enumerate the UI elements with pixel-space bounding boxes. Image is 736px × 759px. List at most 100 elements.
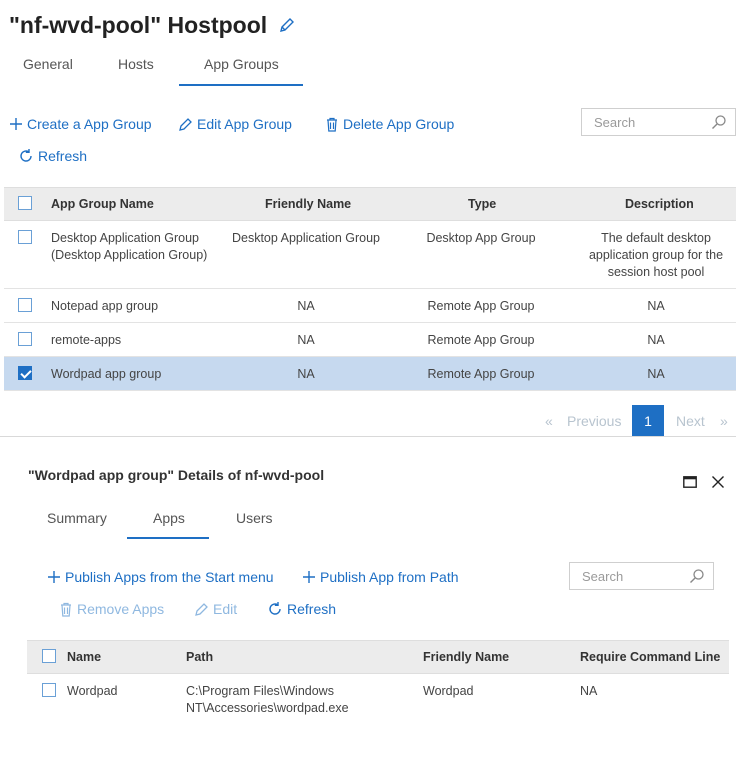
edit-app-button[interactable]: Edit [194,601,237,617]
pencil-icon[interactable] [278,13,295,40]
plus-icon [48,571,60,583]
description-line2: application group for the [588,248,724,262]
publish-from-path-label: Publish App from Path [320,569,459,585]
app-group-name-line2: (Desktop Application Group) [51,248,208,262]
column-header-require-command-line[interactable]: Require Command Line [580,650,720,664]
plus-icon [10,118,22,130]
row-checkbox[interactable] [18,230,32,244]
apps-select-all-checkbox[interactable] [42,649,56,663]
app-path-cell: C:\Program Files\Windows NT\Accessories\… [186,683,406,717]
create-app-group-button[interactable]: Create a App Group [9,116,152,132]
trash-icon [327,117,337,132]
delete-app-group-button[interactable]: Delete App Group [325,116,454,132]
tab-users-label: Users [236,510,273,526]
tab-general[interactable]: General [23,56,73,72]
create-app-group-label: Create a App Group [27,116,152,132]
active-tab-indicator [179,84,303,86]
column-header-type[interactable]: Type [468,197,496,211]
trash-icon [61,602,71,617]
refresh-button[interactable]: Refresh [18,148,87,164]
plus-icon [303,571,315,583]
publish-start-menu-button[interactable]: Publish Apps from the Start menu [47,569,274,585]
app-name-cell: Wordpad [67,684,118,698]
prev-arrow[interactable]: « [545,413,553,429]
refresh-icon [20,149,32,162]
publish-from-path-button[interactable]: Publish App from Path [302,569,459,585]
pencil-icon [195,602,208,616]
search-icon [712,115,726,129]
app-path-line1: C:\Program Files\Windows [186,684,334,698]
friendly-name-cell: NA [297,299,315,313]
row-checkbox[interactable] [18,332,32,346]
app-group-name-cell: Desktop Application Group (Desktop Appli… [51,230,241,264]
table-row[interactable]: Desktop Application Group (Desktop Appli… [4,221,736,289]
description-line1: The default desktop [601,231,711,245]
app-group-name-line1: Desktop Application Group [51,231,200,245]
page-title: "nf-wvd-pool" Hostpool [9,12,295,40]
next-page-button[interactable]: Next [676,413,705,429]
app-groups-table-header: App Group Name Friendly Name Type Descri… [4,187,736,221]
table-row[interactable]: Wordpad C:\Program Files\Windows NT\Acce… [27,674,729,722]
search-icon [690,569,704,583]
friendly-name-cell: NA [297,367,315,381]
remove-apps-label: Remove Apps [77,601,165,617]
details-search-placeholder: Search [582,568,624,584]
require-command-line-cell: NA [580,684,598,698]
search-input[interactable]: Search [581,108,736,136]
tab-apps-label: Apps [153,510,185,526]
tab-general-label: General [23,56,73,72]
friendly-name-cell: Desktop Application Group [231,231,380,245]
publish-start-menu-label: Publish Apps from the Start menu [65,569,274,585]
table-row-selected[interactable]: Wordpad app group NA Remote App Group NA [4,357,736,391]
select-all-checkbox[interactable] [18,196,32,210]
current-page-button[interactable]: 1 [632,405,664,436]
edit-app-group-button[interactable]: Edit App Group [178,116,292,132]
column-header-friendly-name[interactable]: Friendly Name [265,197,351,211]
remove-apps-button[interactable]: Remove Apps [59,601,164,617]
close-icon[interactable] [711,475,725,492]
previous-page-button[interactable]: Previous [567,413,621,429]
row-checkbox[interactable] [18,298,32,312]
description-line3: session host pool [607,265,705,279]
column-header-app-group-name[interactable]: App Group Name [51,197,154,211]
tab-users[interactable]: Users [236,510,273,526]
row-checkbox-checked[interactable] [18,366,32,380]
details-title: "Wordpad app group" Details of nf-wvd-po… [28,467,325,483]
next-arrow[interactable]: » [720,413,728,429]
tab-summary[interactable]: Summary [47,510,107,526]
friendly-name-cell: NA [297,333,315,347]
column-header-name[interactable]: Name [67,650,101,664]
delete-app-group-label: Delete App Group [343,116,455,132]
column-header-friendly-name[interactable]: Friendly Name [423,650,509,664]
description-cell: NA [647,367,665,381]
tab-hosts[interactable]: Hosts [118,56,154,72]
details-search-input[interactable]: Search [569,562,714,590]
column-header-description[interactable]: Description [625,197,694,211]
type-cell: Remote App Group [427,299,535,313]
search-placeholder: Search [594,114,636,130]
details-refresh-label: Refresh [287,601,337,617]
app-group-name-cell: Notepad app group [51,299,159,313]
tab-hosts-label: Hosts [118,56,154,72]
table-row[interactable]: remote-apps NA Remote App Group NA [4,323,736,357]
row-checkbox[interactable] [42,683,56,697]
section-divider [0,436,736,437]
refresh-label: Refresh [38,148,88,164]
edit-app-label: Edit [213,601,238,617]
apps-table-header: Name Path Friendly Name Require Command … [27,640,729,674]
type-cell: Remote App Group [427,333,535,347]
type-cell: Remote App Group [427,367,535,381]
description-cell: NA [647,299,665,313]
column-header-path[interactable]: Path [186,650,213,664]
maximize-icon[interactable] [683,476,697,491]
app-group-name-cell: remote-apps [51,333,122,347]
table-row[interactable]: Notepad app group NA Remote App Group NA [4,289,736,323]
description-cell: The default desktop application group fo… [581,230,731,281]
tab-apps[interactable]: Apps [153,510,185,526]
tab-summary-label: Summary [47,510,107,526]
details-refresh-button[interactable]: Refresh [267,601,336,617]
active-details-tab-indicator [127,537,209,539]
app-group-name-cell: Wordpad app group [51,367,162,381]
tab-app-groups[interactable]: App Groups [204,56,279,72]
pencil-icon [179,117,192,131]
